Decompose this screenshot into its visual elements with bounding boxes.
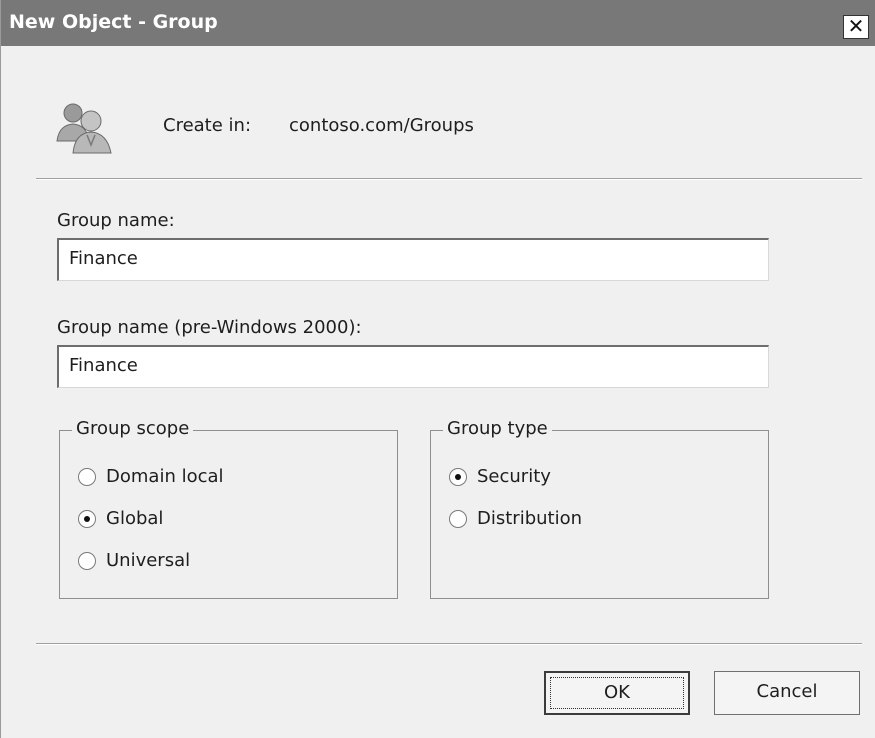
close-icon: ✕ xyxy=(847,14,865,38)
group-type-box: Group type Security Distribution xyxy=(430,418,769,599)
group-name-value: Finance xyxy=(69,248,138,269)
radio-label: Security xyxy=(477,466,551,487)
group-type-legend: Group type xyxy=(443,418,552,439)
close-button[interactable]: ✕ xyxy=(843,15,869,39)
radio-label: Universal xyxy=(106,550,191,571)
radio-label: Distribution xyxy=(477,508,583,529)
bottom-separator xyxy=(36,643,862,645)
ok-button[interactable]: OK xyxy=(544,671,690,715)
radio-label: Domain local xyxy=(106,466,224,487)
group-scope-box: Group scope Domain local Global Universa… xyxy=(59,418,398,599)
group-name-label: Group name: xyxy=(57,210,175,231)
radio-button-unchecked[interactable] xyxy=(78,552,96,570)
radio-button-checked[interactable] xyxy=(78,510,96,528)
ok-button-label: OK xyxy=(604,682,630,703)
group-name-pre2000-input[interactable]: Finance xyxy=(57,345,769,388)
group-name-pre2000-value: Finance xyxy=(69,355,138,376)
group-scope-legend: Group scope xyxy=(72,418,194,439)
radio-button-unchecked[interactable] xyxy=(78,468,96,486)
create-in-value: contoso.com/Groups xyxy=(289,115,474,136)
title-bar[interactable]: New Object - Group ✕ xyxy=(1,0,875,46)
create-in-label: Create in: xyxy=(163,115,252,136)
radio-label: Global xyxy=(106,508,164,529)
group-name-pre2000-label: Group name (pre-Windows 2000): xyxy=(57,317,362,338)
cancel-button[interactable]: Cancel xyxy=(714,671,860,715)
group-name-input[interactable]: Finance xyxy=(57,238,769,281)
radio-button-checked[interactable] xyxy=(449,468,467,486)
window-title: New Object - Group xyxy=(9,11,218,33)
new-object-group-dialog: New Object - Group ✕ Create in: contoso.… xyxy=(0,0,875,738)
cancel-button-label: Cancel xyxy=(756,681,818,702)
users-group-icon xyxy=(51,97,119,155)
radio-button-unchecked[interactable] xyxy=(449,510,467,528)
top-separator xyxy=(36,178,862,180)
